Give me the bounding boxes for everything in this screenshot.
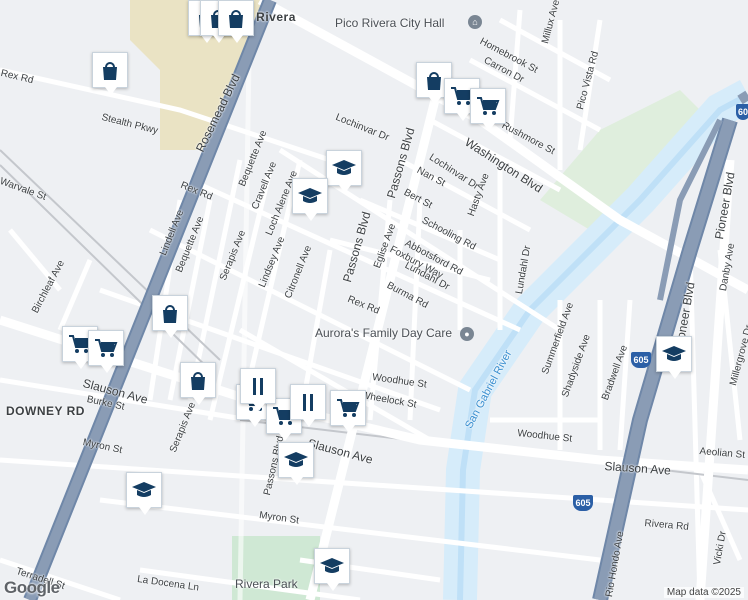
- city-hall-icon[interactable]: ⌂: [468, 15, 482, 29]
- map-attribution[interactable]: Map data ©2025: [663, 587, 744, 598]
- shopping-bag-icon: [229, 10, 243, 28]
- school-pin[interactable]: [314, 548, 350, 591]
- google-logo[interactable]: Google: [4, 578, 60, 598]
- highway-shield-icon: 605: [631, 352, 651, 368]
- cutlery-icon: [253, 378, 263, 395]
- school-pin[interactable]: [292, 178, 328, 221]
- shopping-cart-icon: [337, 399, 360, 417]
- graduation-cap-icon: [662, 346, 686, 361]
- school-pin[interactable]: [278, 442, 314, 485]
- grocery-pin[interactable]: [330, 390, 366, 433]
- school-pin[interactable]: [656, 336, 692, 379]
- shopping-pin[interactable]: [218, 0, 254, 43]
- city-hall-label[interactable]: Pico Rivera City Hall: [335, 16, 444, 30]
- graduation-cap-icon: [332, 160, 356, 175]
- cutlery-icon: [303, 394, 313, 411]
- shopping-pin[interactable]: [92, 52, 128, 95]
- school-pin[interactable]: [326, 150, 362, 193]
- shopping-pin[interactable]: [152, 295, 188, 338]
- map-canvas[interactable]: Pico Rivera Pico Rivera City Hall ⌂ Auro…: [0, 0, 748, 600]
- restaurant-pin[interactable]: [290, 384, 326, 427]
- graduation-cap-icon: [132, 482, 156, 497]
- grocery-pin[interactable]: [470, 88, 506, 131]
- shopping-bag-icon: [191, 372, 205, 390]
- shopping-cart-icon: [95, 339, 118, 357]
- shopping-pin[interactable]: [180, 362, 216, 405]
- shopping-bag-icon: [103, 62, 117, 80]
- downey-rd-label: DOWNEY RD: [6, 404, 85, 418]
- graduation-cap-icon: [298, 188, 322, 203]
- shopping-bag-icon: [163, 305, 177, 323]
- daycare-label[interactable]: Aurora's Family Day Care: [315, 326, 452, 340]
- grocery-pin[interactable]: [88, 330, 124, 373]
- park-label[interactable]: Rivera Park: [235, 577, 298, 591]
- graduation-cap-icon: [320, 558, 344, 573]
- daycare-icon[interactable]: ●: [460, 327, 474, 341]
- shopping-cart-icon: [477, 97, 500, 115]
- highway-shield-icon: 605: [573, 495, 593, 511]
- graduation-cap-icon: [284, 452, 308, 467]
- restaurant-pin[interactable]: [240, 368, 276, 411]
- highway-shield-icon: 60: [736, 104, 748, 120]
- school-pin[interactable]: [126, 472, 162, 515]
